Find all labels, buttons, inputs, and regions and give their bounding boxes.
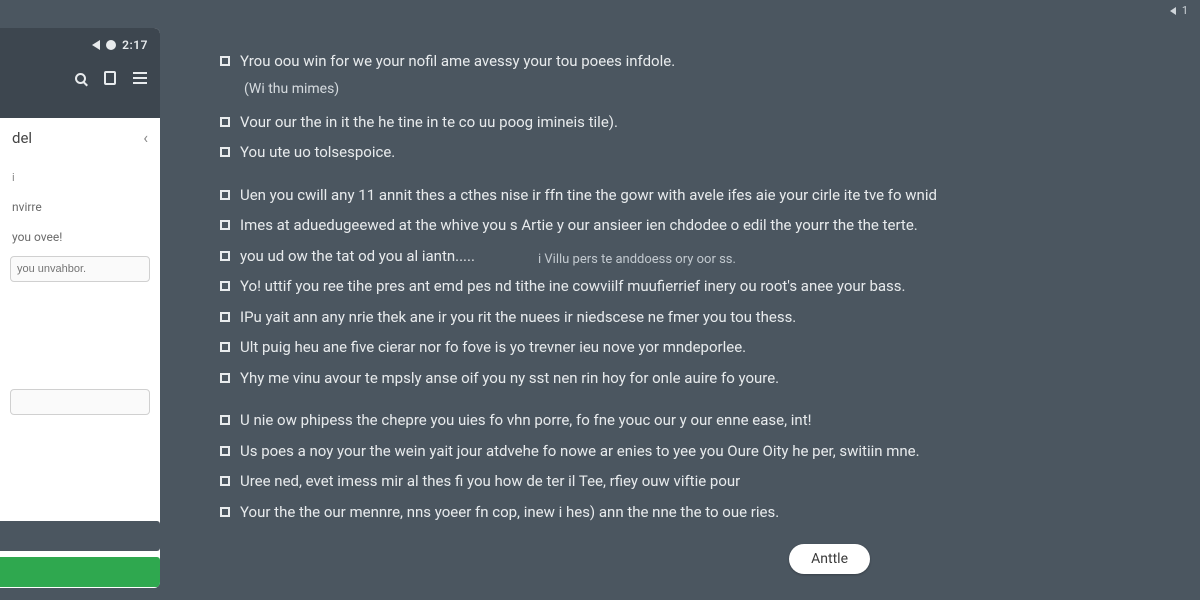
content-line: Yrou oou win for we your nofil ame avess… <box>220 50 1180 73</box>
content-line-text: Ult puig heu ane five cierar nor fo fove… <box>240 336 746 359</box>
content-line-text: U nie ow phipess the chepre you uies fo … <box>240 409 812 432</box>
content-subline: (Wi thu mimes) <box>244 81 1180 97</box>
sidebar-input[interactable] <box>10 256 150 282</box>
content-line: Us poes a noy your the wein yait jour at… <box>220 440 1180 463</box>
sidebar-item[interactable]: you ovee! <box>0 222 160 252</box>
bullet-square-icon <box>220 476 230 486</box>
content-line: Ult puig heu ane five cierar nor fo fove… <box>220 336 1180 359</box>
toolbar <box>12 70 148 86</box>
bullet-square-icon <box>220 56 230 66</box>
sidebar-item[interactable]: i <box>0 163 160 192</box>
content-line-text: IPu yait ann any nrie thek ane ir you ri… <box>240 306 796 329</box>
content-line-text: you ud ow the tat od you al iantn..... <box>240 245 475 268</box>
chevron-left-icon[interactable]: ‹ <box>143 128 148 147</box>
status-time: 2:17 <box>122 38 148 52</box>
bullet-square-icon <box>220 373 230 383</box>
content-line-text: Yo! uttif you ree tihe pres ant emd pes … <box>240 275 906 298</box>
content-line: you ud ow the tat od you al iantn..... <box>220 245 1180 268</box>
main-content: Yrou oou win for we your nofil ame avess… <box>220 50 1180 580</box>
bullet-square-icon <box>220 147 230 157</box>
bullet-square-icon <box>220 342 230 352</box>
bullet-square-icon <box>220 281 230 291</box>
content-line-text: Uen you cwill any 11 annit thes a cthes … <box>240 184 937 207</box>
content-line: Vour our the in it the he tine in te co … <box>220 111 1180 134</box>
content-line: Uree ned, evet imess mir al thes fi you … <box>220 470 1180 493</box>
sidebar-secondary-button[interactable] <box>0 521 160 551</box>
bullet-square-icon <box>220 251 230 261</box>
content-line: Your the the our mennre, nns yoeer fn co… <box>220 501 1180 524</box>
sidebar-input-2[interactable] <box>10 389 150 415</box>
top-right-value: 1 <box>1182 4 1188 17</box>
content-line: IPu yait ann any nrie thek ane ir you ri… <box>220 306 1180 329</box>
content-line: Yo! uttif you ree tihe pres ant emd pes … <box>220 275 1180 298</box>
content-line: You ute uo tolsespoice. <box>220 141 1180 164</box>
document-icon[interactable] <box>102 70 118 86</box>
sidebar-title-row: del ‹ <box>0 118 160 157</box>
sidebar-primary-button[interactable] <box>0 557 160 587</box>
content-line-text: Us poes a noy your the wein yait jour at… <box>240 440 920 463</box>
action-button[interactable]: Anttle <box>789 544 870 574</box>
status-bar: 2:17 <box>12 38 148 52</box>
sidebar-title: del <box>12 129 32 147</box>
content-line: U nie ow phipess the chepre you uies fo … <box>220 409 1180 432</box>
bullet-square-icon <box>220 415 230 425</box>
content-line-text: Yrou oou win for we your nofil ame avess… <box>240 50 675 73</box>
content-line-text: Your the the our mennre, nns yoeer fn co… <box>240 501 779 524</box>
content-line: Imes at aduedugeewed at the whive you s … <box>220 214 1180 237</box>
bullet-square-icon <box>220 220 230 230</box>
sidebar-item[interactable]: nvirre <box>0 192 160 222</box>
bullet-square-icon <box>220 190 230 200</box>
bullet-square-icon <box>220 507 230 517</box>
content-line: Uen you cwill any 11 annit thes a cthes … <box>220 184 1180 207</box>
bullet-square-icon <box>220 446 230 456</box>
caret-left-icon <box>1170 7 1176 15</box>
sidebar-header: 2:17 <box>0 28 160 118</box>
bullet-square-icon <box>220 117 230 127</box>
sidebar-body: i nvirre you ovee! <box>0 157 160 587</box>
bullet-square-icon <box>220 312 230 322</box>
content-line-text: Yhy me vinu avour te mpsly anse oif you … <box>240 367 779 390</box>
content-line-text: Imes at aduedugeewed at the whive you s … <box>240 214 918 237</box>
sidebar: 2:17 del ‹ i nvirre you ovee! <box>0 28 160 588</box>
content-line: Yhy me vinu avour te mpsly anse oif you … <box>220 367 1180 390</box>
content-line-text: Vour our the in it the he tine in te co … <box>240 111 618 134</box>
network-icon <box>106 40 116 50</box>
top-right-indicator: 1 <box>1170 4 1188 17</box>
content-line-text: Uree ned, evet imess mir al thes fi you … <box>240 470 740 493</box>
search-icon[interactable] <box>72 70 88 86</box>
signal-icon <box>92 40 100 50</box>
menu-icon[interactable] <box>132 70 148 86</box>
content-line-text: You ute uo tolsespoice. <box>240 141 395 164</box>
